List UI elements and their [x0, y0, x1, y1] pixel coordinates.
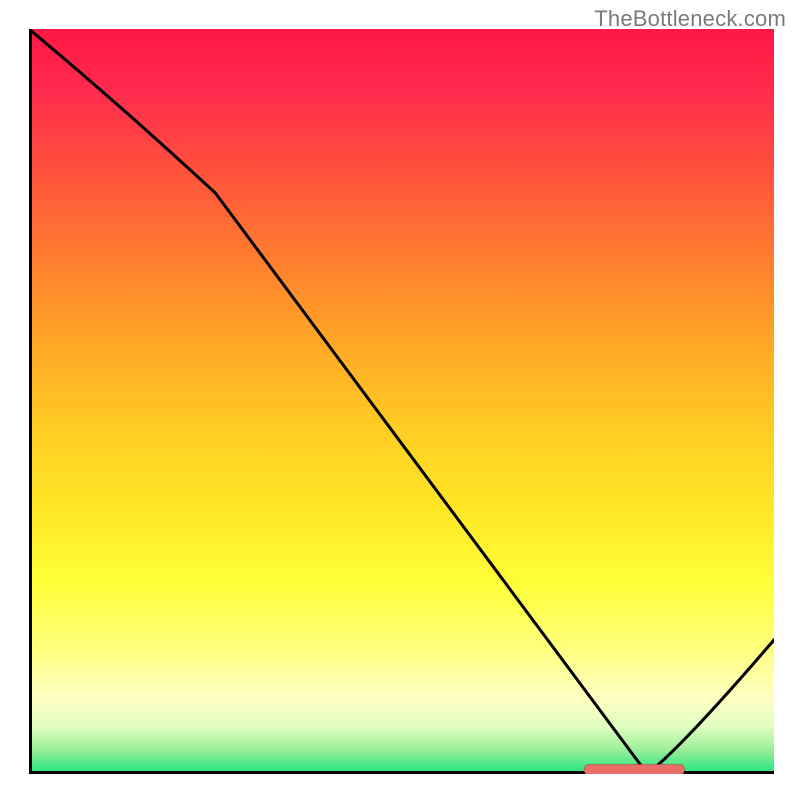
bottleneck-chart: TheBottleneck.com — [0, 0, 800, 800]
chart-gradient-background — [29, 29, 774, 774]
